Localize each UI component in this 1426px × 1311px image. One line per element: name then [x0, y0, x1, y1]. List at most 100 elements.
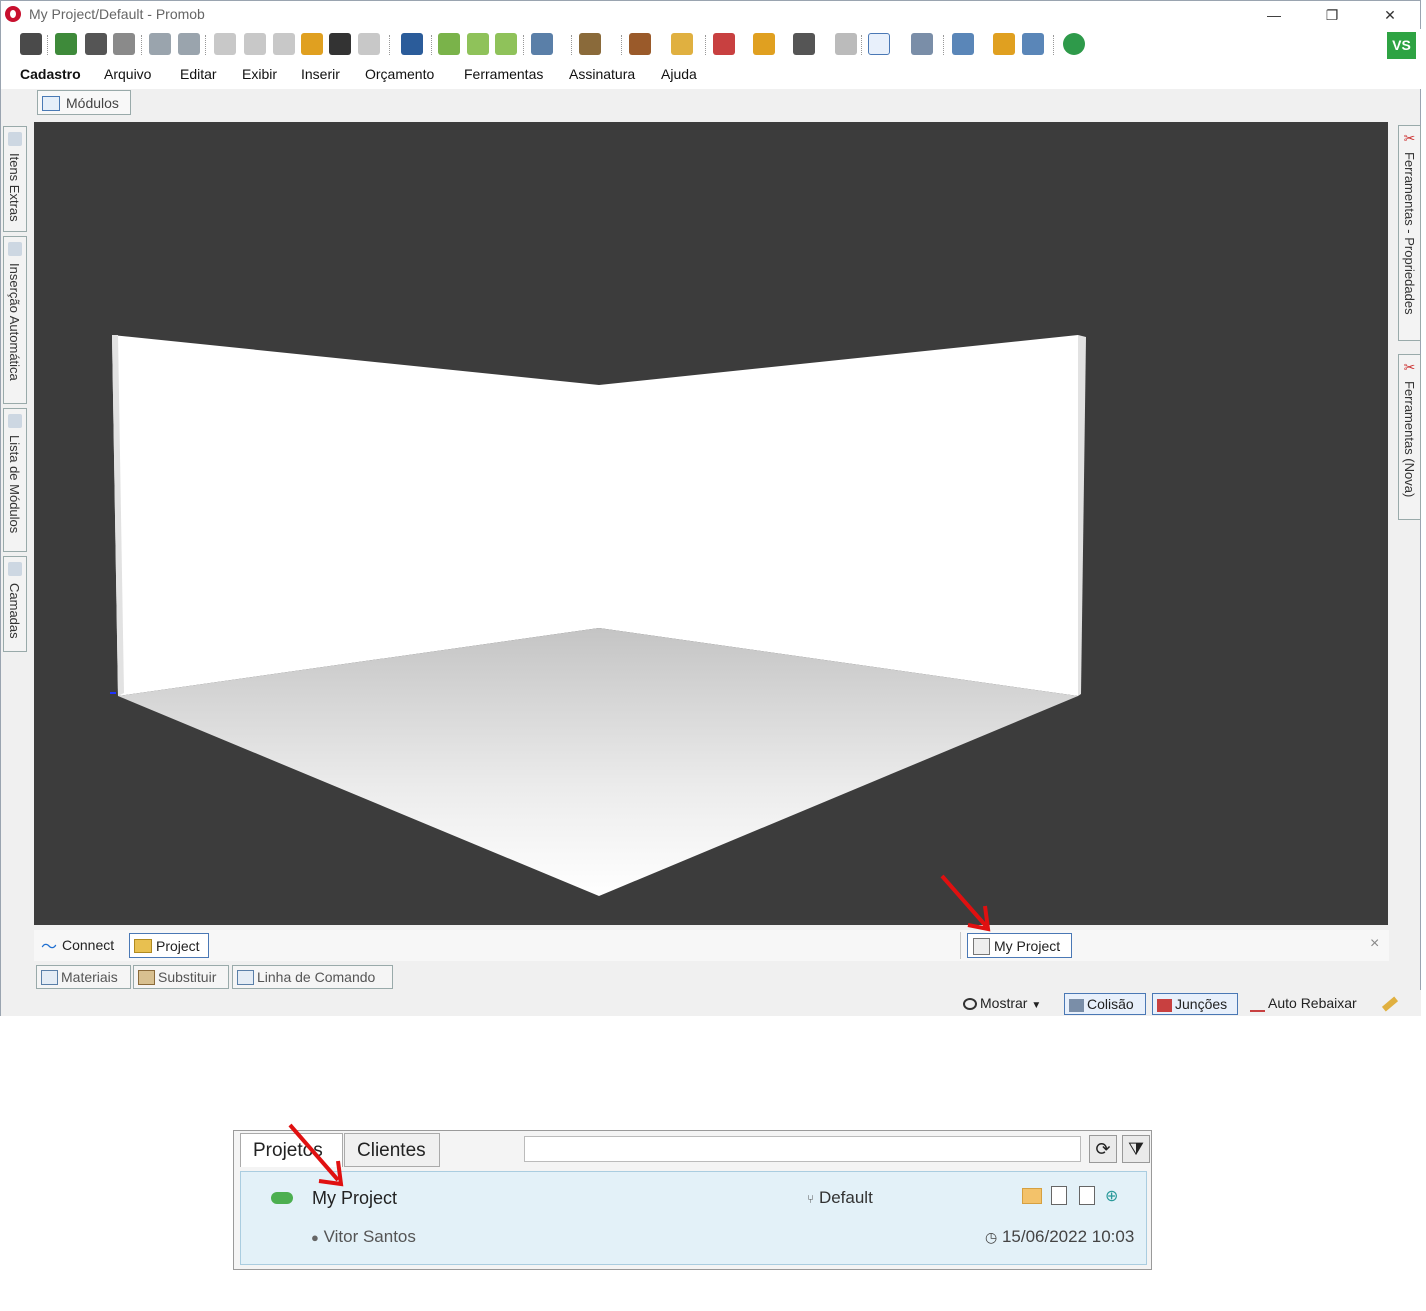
- project-card[interactable]: My Project ⑂ Default ⊕ ● Vitor Santos ◷ …: [240, 1171, 1147, 1265]
- export-icon[interactable]: [1079, 1186, 1095, 1205]
- duplicate-icon[interactable]: [1051, 1186, 1067, 1205]
- right-tab-label: Ferramentas (Nova): [1402, 381, 1417, 498]
- paperclip-icon: [8, 132, 22, 146]
- menu-assinatura[interactable]: Assinatura: [569, 66, 635, 82]
- cabinet-icon[interactable]: [629, 33, 651, 55]
- open-library-icon[interactable]: [55, 33, 77, 55]
- snap-icon[interactable]: [793, 33, 815, 55]
- menu-bar: Cadastro Arquivo Editar Exibir Inserir O…: [1, 61, 1421, 89]
- left-tab-insercao-automatica[interactable]: Inserção Automática: [3, 236, 27, 404]
- toolbar-separator: [205, 35, 207, 55]
- menu-cadastro[interactable]: Cadastro: [20, 66, 81, 82]
- juncoes-toggle[interactable]: Junções: [1152, 993, 1238, 1015]
- room-render: [110, 335, 1086, 896]
- open-folder-icon[interactable]: [1022, 1188, 1042, 1204]
- left-tab-camadas[interactable]: Camadas: [3, 556, 27, 652]
- 3d-icon[interactable]: [1022, 33, 1044, 55]
- restore-button[interactable]: ❐: [1309, 1, 1355, 29]
- paint-icon[interactable]: [301, 33, 323, 55]
- toolbar-separator: [705, 35, 707, 55]
- right-tab-ferramentas-propriedades[interactable]: ✂ Ferramentas - Propriedades: [1398, 125, 1421, 341]
- grid-icon[interactable]: [753, 33, 775, 55]
- cloud-icon: [271, 1192, 293, 1204]
- doc-divider: [960, 932, 961, 959]
- modified-date: 15/06/2022 10:03: [1001, 1227, 1135, 1246]
- document-icon: [973, 938, 990, 955]
- format-brush-icon[interactable]: [329, 33, 351, 55]
- quota-icon[interactable]: [993, 33, 1015, 55]
- connect-tab[interactable]: 〜 Connect: [38, 933, 126, 958]
- modules-tab[interactable]: Módulos: [37, 90, 131, 115]
- menu-editar[interactable]: Editar: [180, 66, 217, 82]
- right-tab-ferramentas-nova[interactable]: ✂ Ferramentas (Nova): [1398, 354, 1421, 520]
- select-cursor-icon[interactable]: [868, 33, 890, 55]
- tab-projetos[interactable]: Projetos: [240, 1133, 343, 1167]
- wall-icon[interactable]: [835, 33, 857, 55]
- layers-icon[interactable]: [952, 33, 974, 55]
- user-badge[interactable]: VS: [1387, 32, 1416, 59]
- left-tab-itens-extras[interactable]: Itens Extras: [3, 126, 27, 232]
- right-wall-edge: [1078, 335, 1086, 696]
- refresh-icon[interactable]: ⟳: [1089, 1135, 1117, 1163]
- toolbar-separator: [943, 35, 945, 55]
- print-icon[interactable]: [85, 33, 107, 55]
- project-name[interactable]: My Project: [312, 1188, 397, 1209]
- menu-exibir[interactable]: Exibir: [242, 66, 277, 82]
- render-icon[interactable]: [671, 33, 693, 55]
- status-bar: Mostrar ▼ Colisão Junções Auto Rebaixar: [1, 990, 1421, 1016]
- menu-orcamento[interactable]: Orçamento: [365, 66, 434, 82]
- explode-icon[interactable]: [713, 33, 735, 55]
- active-document-label: My Project: [994, 938, 1061, 954]
- owner-line: ● Vitor Santos: [311, 1227, 416, 1247]
- box-icon[interactable]: [579, 33, 601, 55]
- left-tab-label: Camadas: [7, 583, 22, 639]
- budget-dollar-icon[interactable]: [1063, 33, 1085, 55]
- delete-icon[interactable]: [358, 33, 380, 55]
- auto-rebaixar-label: Auto Rebaixar: [1268, 995, 1357, 1011]
- menu-arquivo[interactable]: Arquivo: [104, 66, 151, 82]
- toolbar-separator: [861, 35, 863, 55]
- colisao-toggle[interactable]: Colisão: [1064, 993, 1146, 1015]
- save-icon[interactable]: [20, 33, 42, 55]
- bottom-tab-linha-comando[interactable]: Linha de Comando: [232, 965, 393, 989]
- insert-module-icon[interactable]: [438, 33, 460, 55]
- auto-lower-icon: [1250, 997, 1265, 1012]
- joints-icon: [1157, 998, 1172, 1012]
- bottom-tab-substituir[interactable]: Substituir: [133, 965, 229, 989]
- toolbar-separator: [431, 35, 433, 55]
- replace-icon: [138, 970, 155, 985]
- redo-icon[interactable]: [178, 33, 200, 55]
- menu-inserir[interactable]: Inserir: [301, 66, 340, 82]
- menu-ferramentas[interactable]: Ferramentas: [464, 66, 543, 82]
- tab-clientes[interactable]: Clientes: [344, 1133, 440, 1167]
- print-preview-icon[interactable]: [113, 33, 135, 55]
- window-title: My Project/Default - Promob: [29, 6, 205, 22]
- paste-icon[interactable]: [273, 33, 295, 55]
- pencil-icon[interactable]: [1381, 993, 1402, 1015]
- project-search-input[interactable]: [524, 1136, 1081, 1162]
- undo-icon[interactable]: [149, 33, 171, 55]
- document-bar: 〜 Connect Project My Project ×: [34, 930, 1389, 961]
- share-add-icon[interactable]: ⊕: [1105, 1186, 1123, 1205]
- eye-icon[interactable]: [401, 33, 423, 55]
- arrow-right-icon[interactable]: [495, 33, 517, 55]
- project-tab[interactable]: Project: [129, 933, 209, 958]
- view-cube-icon[interactable]: [531, 33, 553, 55]
- 3d-viewport[interactable]: [34, 122, 1388, 925]
- menu-ajuda[interactable]: Ajuda: [661, 66, 697, 82]
- mostrar-dropdown[interactable]: Mostrar ▼: [963, 993, 1041, 1015]
- measure-icon[interactable]: [911, 33, 933, 55]
- arrow-left-icon[interactable]: [467, 33, 489, 55]
- close-document-icon[interactable]: ×: [1370, 935, 1379, 953]
- copy-icon[interactable]: [244, 33, 266, 55]
- left-tab-lista-modulos[interactable]: Lista de Módulos: [3, 408, 27, 552]
- toolbar-separator: [141, 35, 143, 55]
- colisao-label: Colisão: [1087, 996, 1134, 1012]
- close-button[interactable]: ✕: [1367, 1, 1413, 29]
- bottom-tab-materiais[interactable]: Materiais: [36, 965, 131, 989]
- cut-icon[interactable]: [214, 33, 236, 55]
- filter-icon[interactable]: ⧩: [1122, 1135, 1150, 1163]
- auto-rebaixar-toggle[interactable]: Auto Rebaixar: [1250, 993, 1357, 1015]
- active-document-tab[interactable]: My Project: [967, 933, 1072, 958]
- minimize-button[interactable]: —: [1251, 1, 1297, 29]
